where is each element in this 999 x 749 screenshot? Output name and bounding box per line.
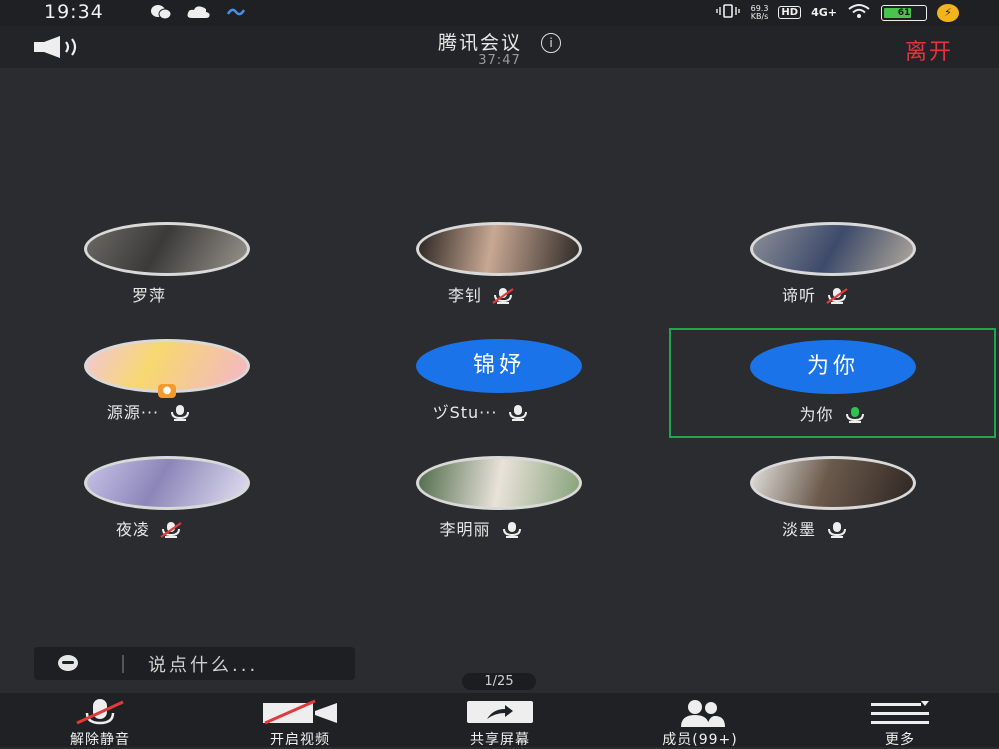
avatar (84, 456, 250, 510)
participant-tile[interactable]: ● 源源··· (4, 339, 294, 447)
participant-tile[interactable]: 夜凌 (4, 456, 294, 564)
battery-icon: 61 (881, 4, 927, 21)
participant-name-line: ヅStu··· (336, 399, 626, 425)
participant-name: 淡墨 (781, 520, 816, 539)
video-button[interactable]: 开启视频 (220, 693, 380, 748)
participant-name: 李钊 (447, 286, 482, 305)
chat-input[interactable]: 说点什么... (34, 647, 355, 680)
battery-level: 61 (897, 7, 911, 18)
mic-muted-icon (160, 522, 182, 542)
participant-name-line: 夜凌 (4, 516, 294, 542)
participant-tile[interactable]: 锦妤ヅStu··· (336, 339, 626, 447)
status-notification-icons (150, 4, 246, 24)
leave-button[interactable]: 离开 (905, 34, 953, 66)
participant-tile[interactable]: 为你 为你 (669, 328, 996, 438)
participant-name-line: 罗萍 (4, 282, 294, 306)
cloud-icon (186, 4, 212, 24)
participant-name: 为你 (799, 405, 834, 424)
mic-muted-icon (492, 288, 514, 308)
meeting-timer: 37:47 (478, 53, 521, 68)
mic-muted-icon (75, 699, 125, 731)
more-label: 更多 (885, 732, 915, 748)
avatar (750, 456, 916, 510)
bottom-toolbar: 解除静音 开启视频 共享屏幕 成员(99+) 更多 (0, 693, 999, 748)
participant-tile[interactable]: 淡墨 (670, 456, 960, 564)
menu-icon (869, 699, 931, 731)
avatar (750, 222, 916, 276)
mic-icon (501, 522, 523, 542)
avatar (416, 456, 582, 510)
video-off-icon (261, 699, 339, 729)
members-label: 成员(99+) (662, 732, 738, 748)
participant-tile[interactable]: 李明丽 (336, 456, 626, 564)
mic-icon (844, 407, 866, 427)
chat-placeholder: 说点什么... (148, 655, 259, 676)
participant-name-line: 李钊 (336, 282, 626, 308)
chat-separator (122, 655, 124, 673)
participant-name: 罗萍 (131, 286, 166, 305)
participant-name-line: 为你 (671, 401, 994, 427)
participant-name: 李明丽 (439, 520, 491, 539)
participant-tile[interactable]: 谛听 (670, 222, 960, 330)
signal-text: 4G+ (811, 6, 837, 19)
participant-name: 谛听 (781, 286, 816, 305)
unmute-button[interactable]: 解除静音 (20, 693, 180, 748)
participant-name: ヅStu··· (432, 403, 498, 422)
meeting-title: 腾讯会议 (437, 32, 522, 54)
mic-icon (507, 405, 529, 425)
emoji-icon[interactable] (58, 655, 78, 671)
charging-icon: ⚡ (937, 3, 959, 22)
participant-name-line: 李明丽 (336, 516, 626, 542)
avatar (84, 222, 250, 276)
text-avatar: 锦妤 (416, 339, 582, 393)
status-time: 19:34 (44, 1, 104, 23)
vibrate-icon (715, 4, 741, 21)
page-indicator: 1/25 (462, 673, 536, 690)
video-label: 开启视频 (270, 732, 330, 748)
members-icon (665, 699, 735, 731)
status-bar: 19:34 69.3 KB/s HD 4G+ 61 ⚡ (0, 0, 999, 26)
mic-icon (169, 405, 191, 425)
mic-icon (826, 522, 848, 542)
hd-badge: HD (778, 6, 802, 19)
status-system-icons: 69.3 KB/s HD 4G+ 61 ⚡ (715, 3, 959, 22)
info-icon[interactable]: i (541, 33, 562, 53)
share-label: 共享屏幕 (470, 732, 530, 748)
participant-name: 夜凌 (115, 520, 150, 539)
wifi-icon (847, 3, 871, 22)
participant-name-line: 淡墨 (670, 516, 960, 542)
mic-muted-icon (826, 288, 848, 308)
participant-name: 源源··· (106, 403, 160, 422)
participant-tile[interactable]: 李钊 (336, 222, 626, 330)
text-avatar: 为你 (750, 340, 916, 394)
meeting-header: 腾讯会议 i 37:47 离开 (0, 26, 999, 68)
wechat-icon (150, 4, 172, 24)
host-badge-icon: ● (158, 384, 176, 398)
net-speed: 69.3 KB/s (750, 3, 769, 21)
app-notification-icon (226, 4, 246, 24)
more-button[interactable]: 更多 (820, 693, 980, 748)
avatar (416, 222, 582, 276)
participant-tile[interactable]: 罗萍 (4, 222, 294, 330)
unmute-label: 解除静音 (70, 732, 130, 748)
participant-name-line: 谛听 (670, 282, 960, 308)
members-button[interactable]: 成员(99+) (620, 693, 780, 748)
title-area: 腾讯会议 i 37:47 (0, 28, 999, 68)
participant-name-line: 源源··· (4, 399, 294, 425)
share-screen-button[interactable]: 共享屏幕 (420, 693, 580, 748)
share-screen-icon (465, 699, 535, 733)
